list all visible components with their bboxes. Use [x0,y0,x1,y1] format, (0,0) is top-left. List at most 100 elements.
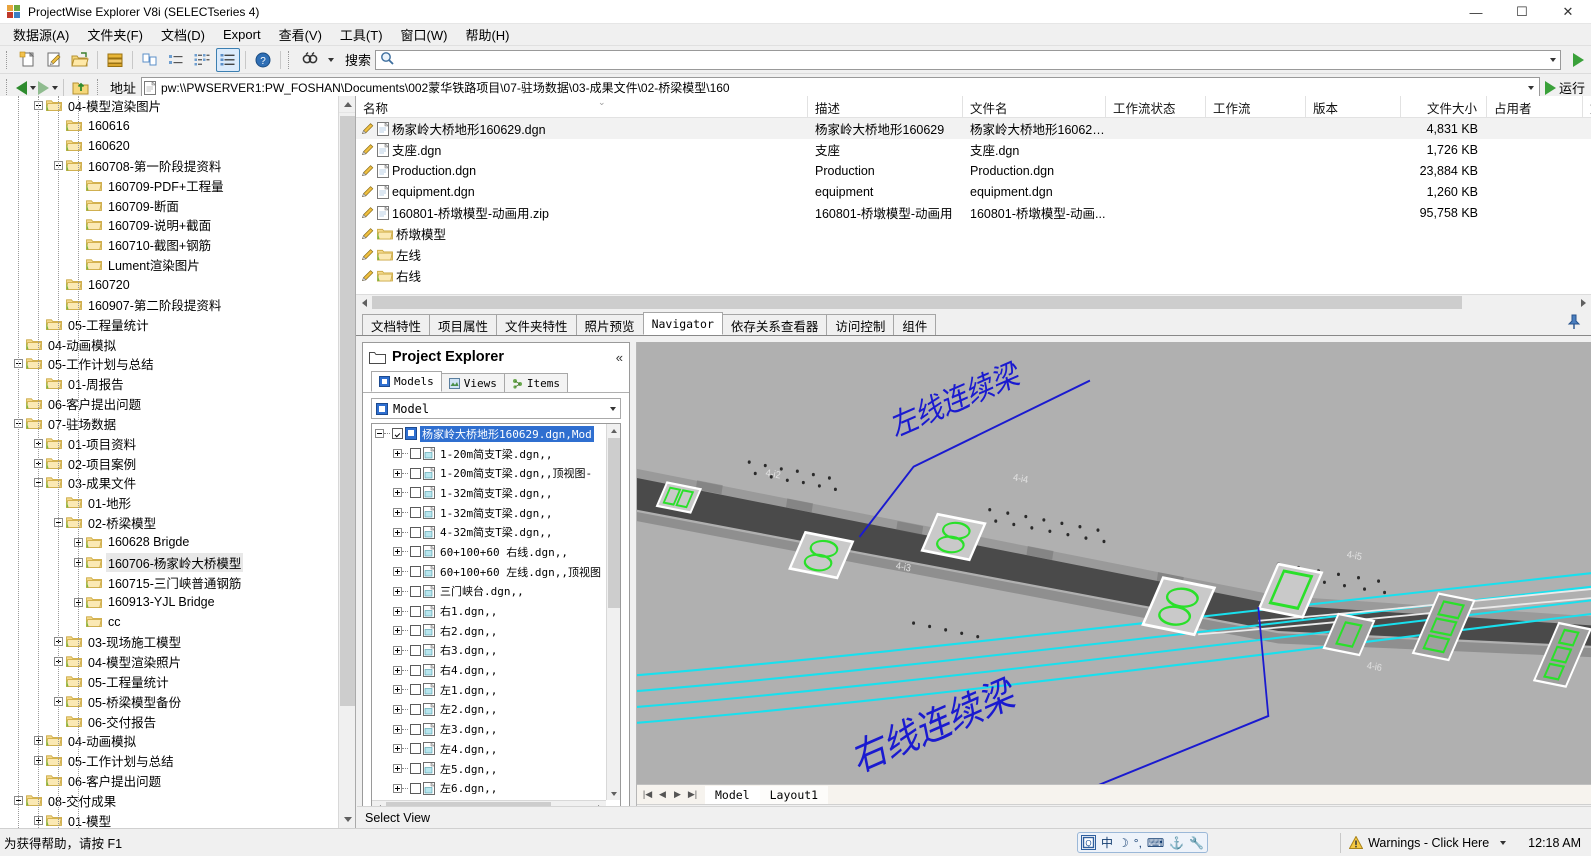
tree-item[interactable]: 02-桥梁模型 [0,513,338,533]
model-tree-item[interactable]: 右1.dgn,, [372,601,606,621]
cad-canvas[interactable]: 4-i2 4-i3 4-i4 4-i5 4-i6 左线连续梁 右线连续梁 [637,342,1591,784]
ime-toolbar[interactable]: Q 中 ☽ °, ⌨ ⚓ 🔧 [1077,832,1209,853]
tree-item[interactable]: 160710-截图+钢筋 [0,235,338,255]
table-row[interactable]: 右线 [356,265,1591,286]
model-checkbox[interactable] [410,684,421,696]
tab-item-2[interactable]: 文件夹特性 [496,314,577,335]
expand-icon[interactable] [393,468,402,478]
tree-item[interactable]: 160907-第二阶段提资料 [0,294,338,314]
tab-item-6[interactable]: 访问控制 [826,314,895,335]
new-document-icon[interactable] [16,48,40,72]
menu-item-document[interactable]: 文档(D) [152,23,214,46]
first-tab-icon[interactable]: |◀ [641,788,654,802]
viewport-model-tabs[interactable]: |◀ ◀ ▶ ▶| Model Layout1 [637,784,1591,804]
tree-item[interactable]: 04-动画模拟 [0,334,338,354]
find-icon[interactable] [298,48,322,72]
model-tree-item[interactable]: 右4.dgn,, [372,660,606,680]
tree-item[interactable]: 04-动画模拟 [0,731,338,751]
tree-item[interactable]: 04-模型渲染照片 [0,652,338,672]
hscroll-thumb[interactable] [372,296,1462,309]
expand-icon[interactable] [393,527,402,537]
model-tree-item[interactable]: 左1.dgn,, [372,680,606,700]
expand-icon[interactable] [393,665,402,675]
tree-item[interactable]: 01-模型 [0,810,338,828]
column-header[interactable]: 版本 [1306,96,1401,118]
model-checkbox[interactable] [392,428,403,440]
maximize-button[interactable]: ☐ [1499,0,1545,24]
tab-item-1[interactable]: 项目属性 [429,314,498,335]
ime-logo-icon[interactable]: Q [1081,835,1096,850]
column-header[interactable]: 名称 [356,96,808,118]
model-scroll-thumb[interactable] [608,438,620,608]
viewport-tab-layout1[interactable]: Layout1 [759,785,829,804]
menu-item-tools[interactable]: 工具(T) [331,23,392,46]
model-checkbox[interactable] [410,585,421,597]
column-header[interactable]: 文件名 [963,96,1106,118]
tab-item-5[interactable]: 依存关系查看器 [721,314,828,335]
model-tree-item[interactable]: 左2.dgn,, [372,700,606,720]
ime-chinese-icon[interactable]: 中 [1101,834,1113,851]
model-tree-item[interactable]: 60+100+60 左线.dgn,,顶视图 [372,562,606,582]
warnings-caret-icon[interactable] [1500,840,1507,845]
tree-item[interactable]: 160616 [0,116,338,136]
model-tree-item[interactable]: 左3.dgn,, [372,719,606,739]
search-field[interactable] [375,49,1561,70]
expand-icon[interactable] [393,626,402,636]
expand-icon[interactable] [393,567,402,577]
model-tree-item[interactable]: 右3.dgn,, [372,641,606,661]
tree-item[interactable]: 07-驻场数据 [0,414,338,434]
table-row[interactable]: 支座.dgn 支座 支座.dgn 1,726 KB [356,139,1591,160]
tree-item[interactable]: 160709-PDF+工程量 [0,175,338,195]
menu-item-datasource[interactable]: 数据源(A) [4,23,78,46]
model-tree-item[interactable]: 杨家岭大桥地形160629.dgn,Mod [372,424,606,444]
minimize-button[interactable]: — [1453,0,1499,24]
expand-icon[interactable] [393,764,402,774]
address-dropdown-icon[interactable] [1523,79,1537,97]
model-checkbox[interactable] [410,743,421,755]
folder-tree[interactable]: 04-模型渲染图片 160616 160620 160708-第一阶段提资料 16070… [0,96,338,828]
search-dropdown-icon[interactable] [1544,51,1558,69]
tree-item[interactable]: 160708-第一阶段提资料 [0,156,338,176]
model-tree-item[interactable]: 1-32m简支T梁.dgn,, [372,483,606,503]
document-list-hscrollbar[interactable] [356,294,1591,310]
tree-item[interactable]: 160709-断面 [0,195,338,215]
column-header[interactable]: 文 [1583,96,1591,118]
view-small-icons-icon[interactable] [164,48,188,72]
menu-item-help[interactable]: 帮助(H) [456,23,518,46]
document-list-rows[interactable]: 杨家岭大桥地形160629.dgn 杨家岭大桥地形160629 杨家岭大桥地形160… [356,118,1591,294]
model-checkbox[interactable] [410,605,421,617]
expand-icon[interactable] [393,783,402,793]
search-input[interactable] [378,51,1544,68]
model-tree-item[interactable]: 左5.dgn,, [372,759,606,779]
tree-item[interactable]: 03-成果文件 [0,473,338,493]
model-tree-vscrollbar[interactable] [606,424,620,800]
tree-item[interactable]: 160620 [0,136,338,156]
tab-navigator[interactable]: Navigator [642,312,723,335]
next-tab-icon[interactable]: ▶ [671,788,684,802]
table-row[interactable]: 杨家岭大桥地形160629.dgn 杨家岭大桥地形160629 杨家岭大桥地形160… [356,118,1591,139]
tree-item[interactable]: 160706-杨家岭大桥模型 [0,552,338,572]
expand-icon[interactable] [393,606,402,616]
last-tab-icon[interactable]: ▶| [686,788,699,802]
tree-item[interactable]: 160709-说明+截面 [0,215,338,235]
model-checkbox[interactable] [410,448,421,460]
expand-icon[interactable] [393,704,402,714]
ime-keyboard-icon[interactable]: ⌨ [1147,836,1164,850]
tree-item[interactable]: 04-模型渲染图片 [0,96,338,116]
menu-item-folder[interactable]: 文件夹(F) [78,23,152,46]
tree-item[interactable]: 01-项目资料 [0,433,338,453]
tree-item[interactable]: 160715-三门峡普通钢筋 [0,572,338,592]
tree-item[interactable]: 05-工程量统计 [0,314,338,334]
model-tree-item[interactable]: 60+100+60 右线.dgn,, [372,542,606,562]
tree-item[interactable]: 06-客户提出问题 [0,771,338,791]
tree-item[interactable]: 160913-YJL Bridge [0,592,338,612]
model-checkbox[interactable] [410,467,421,479]
tree-item[interactable]: 05-桥梁模型备份 [0,691,338,711]
address-input[interactable] [159,79,1523,96]
model-checkbox[interactable] [410,526,421,538]
expand-icon[interactable] [393,488,402,498]
expand-icon[interactable] [393,547,402,557]
model-scroll-down-icon[interactable] [607,787,620,800]
help-icon[interactable]: ? [251,48,275,72]
table-row[interactable]: Production.dgn Production Production.dgn 23… [356,160,1591,181]
